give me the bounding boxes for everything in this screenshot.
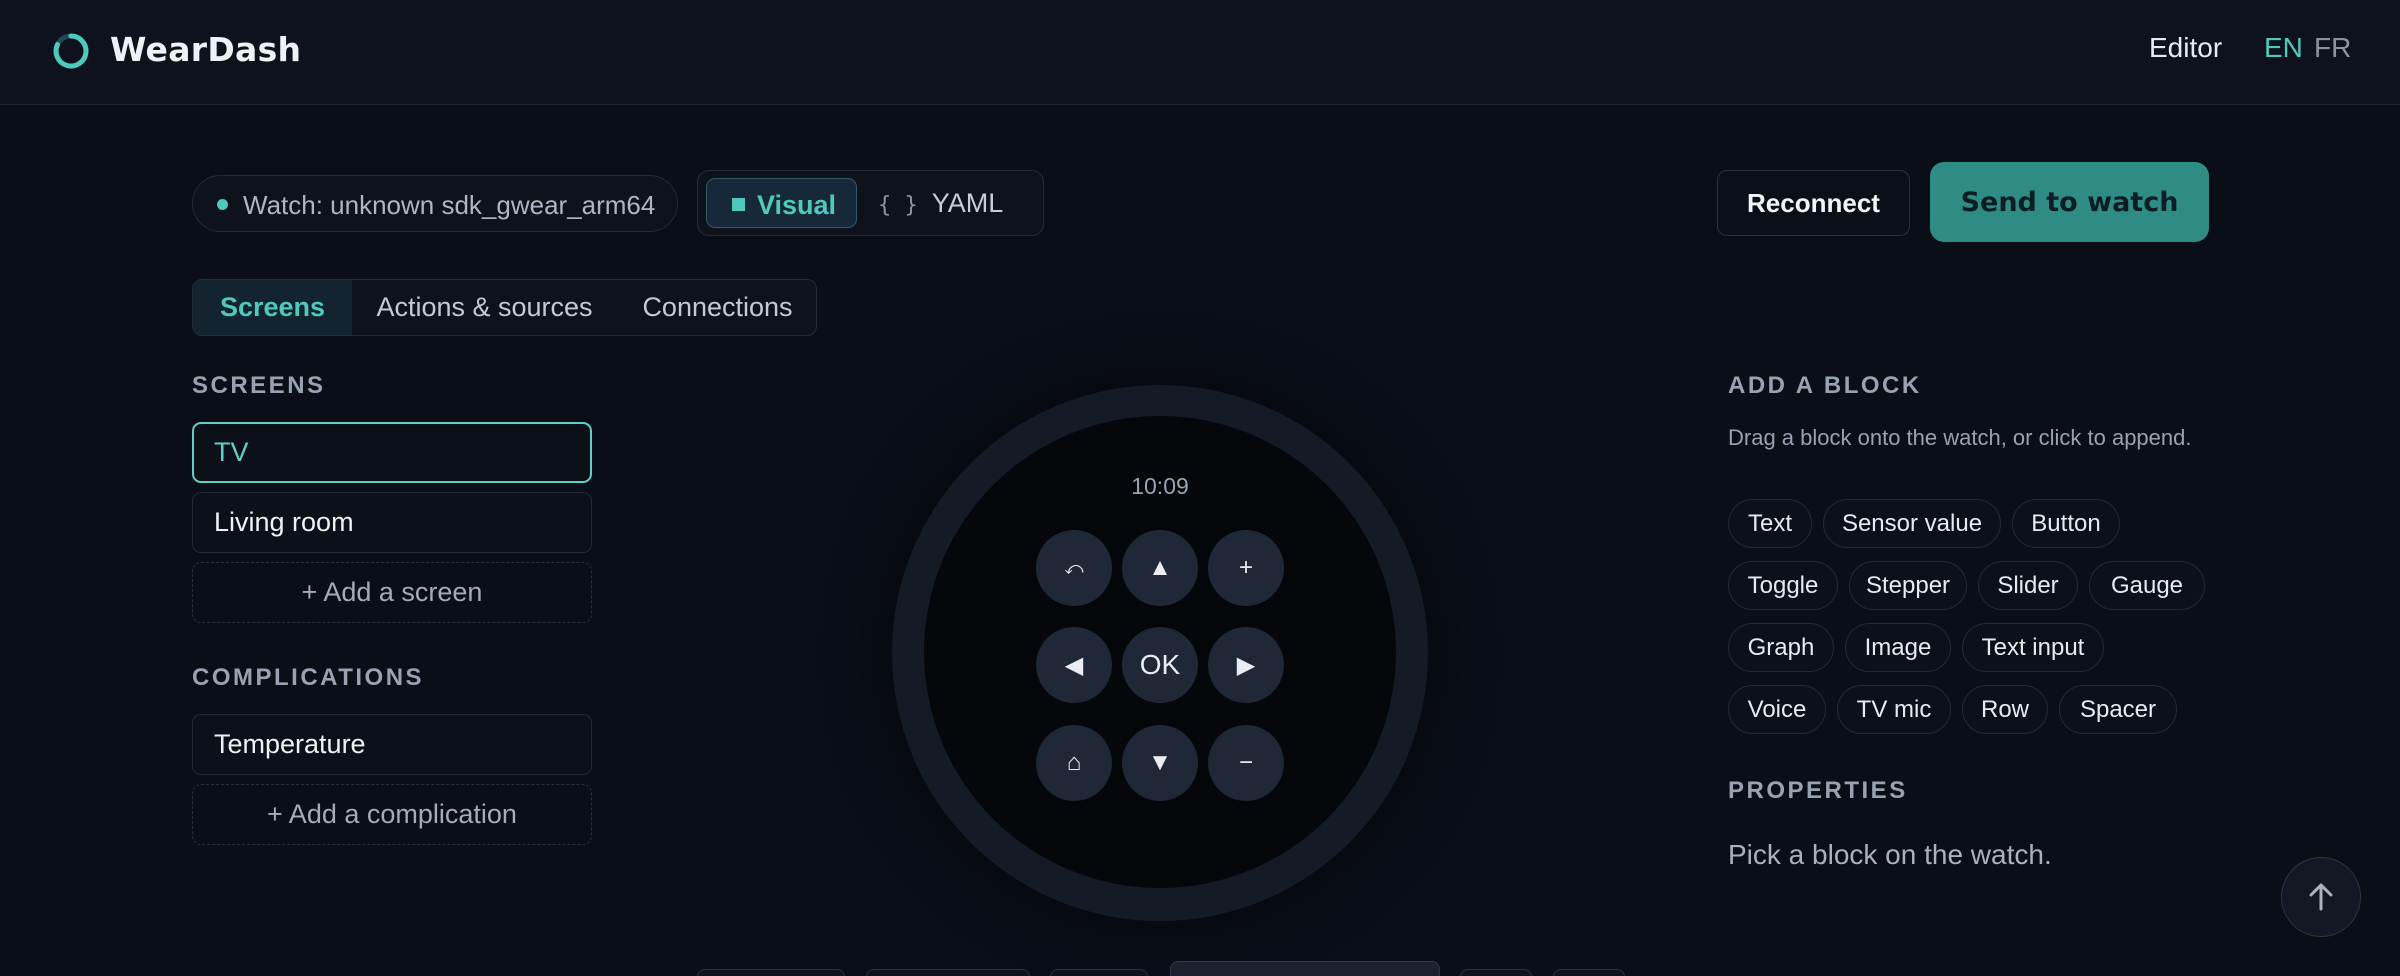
watch-home-button[interactable]: ⌂ bbox=[1036, 725, 1112, 801]
watch-ok-button[interactable]: OK bbox=[1122, 627, 1198, 703]
bottom-toolbar-item[interactable] bbox=[866, 969, 1030, 976]
editor-mode-toggle: Visual { } YAML bbox=[697, 170, 1044, 236]
screens-section-title: SCREENS bbox=[192, 372, 326, 399]
mode-visual-label: Visual bbox=[757, 190, 837, 220]
connection-status-dot bbox=[217, 199, 228, 210]
block-chip-text-input[interactable]: Text input bbox=[1962, 623, 2104, 672]
block-chip-slider[interactable]: Slider bbox=[1978, 561, 2078, 610]
complication-item-temperature[interactable]: Temperature bbox=[192, 714, 592, 775]
watch-time: 10:09 bbox=[1131, 473, 1189, 499]
add-screen-button[interactable]: + Add a screen bbox=[192, 562, 592, 623]
block-chip-text[interactable]: Text bbox=[1728, 499, 1812, 548]
up-arrow-icon: ▲ bbox=[1148, 554, 1172, 581]
left-arrow-icon: ◀ bbox=[1064, 651, 1084, 679]
watch-plus-button[interactable]: + bbox=[1208, 530, 1284, 606]
watch-right-button[interactable]: ▶ bbox=[1208, 627, 1284, 703]
mode-yaml-label: YAML bbox=[931, 188, 1004, 218]
screen-item-tv[interactable]: TV bbox=[192, 422, 592, 483]
watch-down-button[interactable]: ▼ bbox=[1122, 725, 1198, 801]
braces-icon: { } bbox=[878, 193, 918, 218]
bottom-toolbar-item[interactable] bbox=[697, 969, 845, 976]
arrow-up-icon bbox=[2309, 883, 2333, 911]
bottom-toolbar-item[interactable] bbox=[1553, 969, 1625, 976]
plus-icon: + bbox=[1238, 554, 1253, 581]
block-chip-button[interactable]: Button bbox=[2012, 499, 2120, 548]
language-fr[interactable]: FR bbox=[2314, 32, 2351, 64]
back-arrow-icon: ⤺ bbox=[1064, 557, 1084, 578]
block-chip-row[interactable]: Row bbox=[1962, 685, 2048, 734]
language-en[interactable]: EN bbox=[2264, 32, 2303, 64]
brand-name[interactable]: WearDash bbox=[110, 30, 301, 69]
block-chip-toggle[interactable]: Toggle bbox=[1728, 561, 1838, 610]
tab-actions-sources[interactable]: Actions & sources bbox=[352, 280, 617, 335]
watch-status-text: Watch: unknown sdk_gwear_arm64 bbox=[243, 190, 656, 220]
watch-status-pill: Watch: unknown sdk_gwear_arm64 bbox=[192, 175, 678, 232]
block-chip-graph[interactable]: Graph bbox=[1728, 623, 1834, 672]
tab-screens[interactable]: Screens bbox=[193, 280, 352, 335]
block-chip-image[interactable]: Image bbox=[1845, 623, 1951, 672]
bottom-toolbar-item-active[interactable] bbox=[1170, 961, 1440, 976]
properties-empty-text: Pick a block on the watch. bbox=[1728, 839, 2052, 870]
scroll-to-top-button[interactable] bbox=[2281, 857, 2361, 937]
bottom-toolbar-item[interactable] bbox=[1050, 969, 1148, 976]
block-chip-voice[interactable]: Voice bbox=[1728, 685, 1826, 734]
block-chip-stepper[interactable]: Stepper bbox=[1849, 561, 1967, 610]
home-icon: ⌂ bbox=[1066, 749, 1082, 776]
watch-back-button[interactable]: ⤺ bbox=[1036, 530, 1112, 606]
weardash-logo-icon bbox=[53, 33, 89, 69]
main-tabs: Screens Actions & sources Connections bbox=[192, 279, 817, 336]
screen-item-living-room[interactable]: Living room bbox=[192, 492, 592, 553]
nav-editor-link[interactable]: Editor bbox=[2149, 32, 2222, 64]
ok-label: OK bbox=[1139, 649, 1181, 680]
visual-square-icon bbox=[732, 198, 745, 211]
mode-yaml-button[interactable]: { } YAML bbox=[878, 188, 1003, 219]
tab-connections[interactable]: Connections bbox=[617, 280, 816, 335]
watch-up-button[interactable]: ▲ bbox=[1122, 530, 1198, 606]
watch-left-button[interactable]: ◀ bbox=[1036, 627, 1112, 703]
add-complication-button[interactable]: + Add a complication bbox=[192, 784, 592, 845]
properties-title: PROPERTIES bbox=[1728, 777, 1908, 804]
add-block-title: ADD A BLOCK bbox=[1728, 372, 1922, 399]
bottom-toolbar-item[interactable] bbox=[1460, 969, 1532, 976]
send-to-watch-button[interactable]: Send to watch bbox=[1930, 162, 2209, 242]
block-chip-tv-mic[interactable]: TV mic bbox=[1837, 685, 1951, 734]
complications-section-title: COMPLICATIONS bbox=[192, 664, 425, 691]
right-arrow-icon: ▶ bbox=[1236, 651, 1256, 679]
block-chip-gauge[interactable]: Gauge bbox=[2089, 561, 2205, 610]
mode-visual-button[interactable]: Visual bbox=[706, 178, 857, 228]
top-bar: WearDash Editor EN FR bbox=[0, 0, 2400, 105]
block-chip-spacer[interactable]: Spacer bbox=[2059, 685, 2177, 734]
down-arrow-icon: ▼ bbox=[1148, 749, 1172, 776]
add-block-hint: Drag a block onto the watch, or click to… bbox=[1728, 425, 2192, 450]
minus-icon: − bbox=[1238, 749, 1253, 776]
reconnect-button[interactable]: Reconnect bbox=[1717, 170, 1910, 236]
block-chip-sensor-value[interactable]: Sensor value bbox=[1823, 499, 2001, 548]
watch-minus-button[interactable]: − bbox=[1208, 725, 1284, 801]
